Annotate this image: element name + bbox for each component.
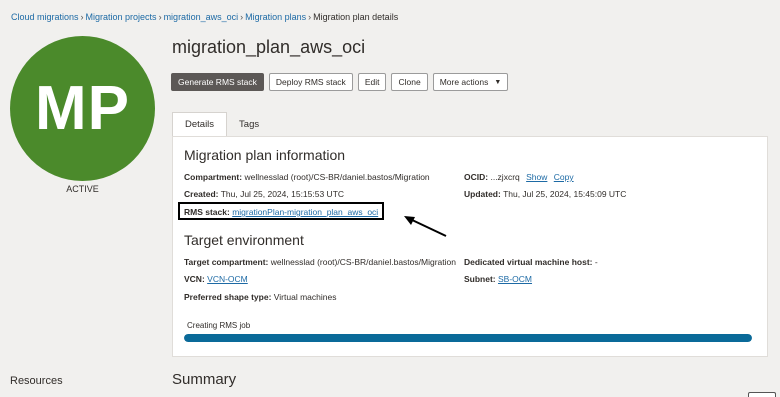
shape-field: Preferred shape type: Virtual machines — [184, 292, 336, 302]
target-compartment-label: Target compartment: — [184, 257, 269, 267]
breadcrumb-separator: › — [240, 12, 244, 22]
progress-label: Creating RMS job — [187, 321, 251, 330]
compartment-value: wellnesslad (root)/CS-BR/daniel.bastos/M… — [244, 172, 430, 182]
progress-bar — [184, 334, 752, 342]
breadcrumb-migration-projects[interactable]: Migration projects — [86, 12, 157, 22]
more-actions-label: More actions — [439, 77, 489, 87]
avatar: MP — [10, 36, 155, 181]
dvmh-field: Dedicated virtual machine host: - — [464, 257, 598, 267]
breadcrumb-current: Migration plan details — [313, 12, 399, 22]
page-title: migration_plan_aws_oci — [172, 37, 366, 57]
compartment-field: Compartment: wellnesslad (root)/CS-BR/da… — [184, 172, 430, 182]
created-value: Thu, Jul 25, 2024, 15:15:53 UTC — [220, 189, 345, 199]
tab-bar: Details Tags — [172, 112, 271, 136]
caret-down-icon: ▼ — [494, 78, 502, 86]
shape-value: Virtual machines — [273, 292, 337, 302]
clone-button[interactable]: Clone — [391, 73, 428, 91]
breadcrumb-separator: › — [308, 12, 312, 22]
target-compartment-value: wellnesslad (root)/CS-BR/daniel.bastos/M… — [270, 257, 456, 267]
arrow-icon — [404, 216, 447, 237]
edit-button[interactable]: Edit — [357, 73, 387, 91]
breadcrumb-migration-plans[interactable]: Migration plans — [245, 12, 306, 22]
created-field: Created: Thu, Jul 25, 2024, 15:15:53 UTC — [184, 189, 344, 199]
created-label: Created: — [184, 189, 219, 199]
action-toolbar: Generate RMS stack Deploy RMS stack Edit… — [171, 73, 509, 91]
breadcrumb-separator: › — [80, 12, 84, 22]
subnet-link[interactable]: SB-OCM — [498, 274, 532, 284]
ocid-copy-link[interactable]: Copy — [554, 172, 574, 182]
breadcrumb: Cloud migrations › Migration projects › migr… — [11, 12, 398, 22]
ocid-show-link[interactable]: Show — [526, 172, 547, 182]
updated-label: Updated: — [464, 189, 501, 199]
plan-info-title: Migration plan information — [184, 147, 346, 163]
ocid-value: ...zjxcrq — [490, 172, 520, 182]
highlight-box — [178, 202, 384, 220]
generate-rms-stack-button[interactable]: Generate RMS stack — [171, 73, 264, 91]
target-env-title: Target environment — [184, 232, 304, 248]
subnet-label: Subnet: — [464, 274, 496, 284]
ocid-field: OCID: ...zjxcrq Show Copy — [464, 172, 574, 182]
progress-fill — [184, 334, 752, 342]
more-actions-button[interactable]: More actions ▼ — [432, 73, 509, 91]
compartment-label: Compartment: — [184, 172, 243, 182]
breadcrumb-separator: › — [158, 12, 162, 22]
dvmh-value: - — [594, 257, 598, 267]
vcn-field: VCN: VCN-OCM — [184, 274, 248, 284]
partial-button-edge — [748, 392, 776, 397]
resources-heading: Resources — [10, 375, 63, 387]
tab-details[interactable]: Details — [172, 112, 228, 136]
tab-tags[interactable]: Tags — [227, 112, 271, 136]
updated-value: Thu, Jul 25, 2024, 15:45:09 UTC — [503, 189, 627, 199]
breadcrumb-cloud-migrations[interactable]: Cloud migrations — [11, 12, 79, 22]
vcn-link[interactable]: VCN-OCM — [207, 274, 248, 284]
shape-label: Preferred shape type: — [184, 292, 272, 302]
breadcrumb-migration-aws-oci[interactable]: migration_aws_oci — [164, 12, 239, 22]
subnet-field: Subnet: SB-OCM — [464, 274, 532, 284]
deploy-rms-stack-button[interactable]: Deploy RMS stack — [268, 73, 353, 91]
updated-field: Updated: Thu, Jul 25, 2024, 15:45:09 UTC — [464, 189, 626, 199]
target-compartment-field: Target compartment: wellnesslad (root)/C… — [184, 257, 456, 267]
summary-heading: Summary — [172, 371, 237, 388]
dvmh-label: Dedicated virtual machine host: — [464, 257, 593, 267]
vcn-label: VCN: — [184, 274, 205, 284]
ocid-label: OCID: — [464, 172, 489, 182]
avatar-initials: MP — [35, 74, 130, 143]
status-label: ACTIVE — [66, 184, 99, 194]
